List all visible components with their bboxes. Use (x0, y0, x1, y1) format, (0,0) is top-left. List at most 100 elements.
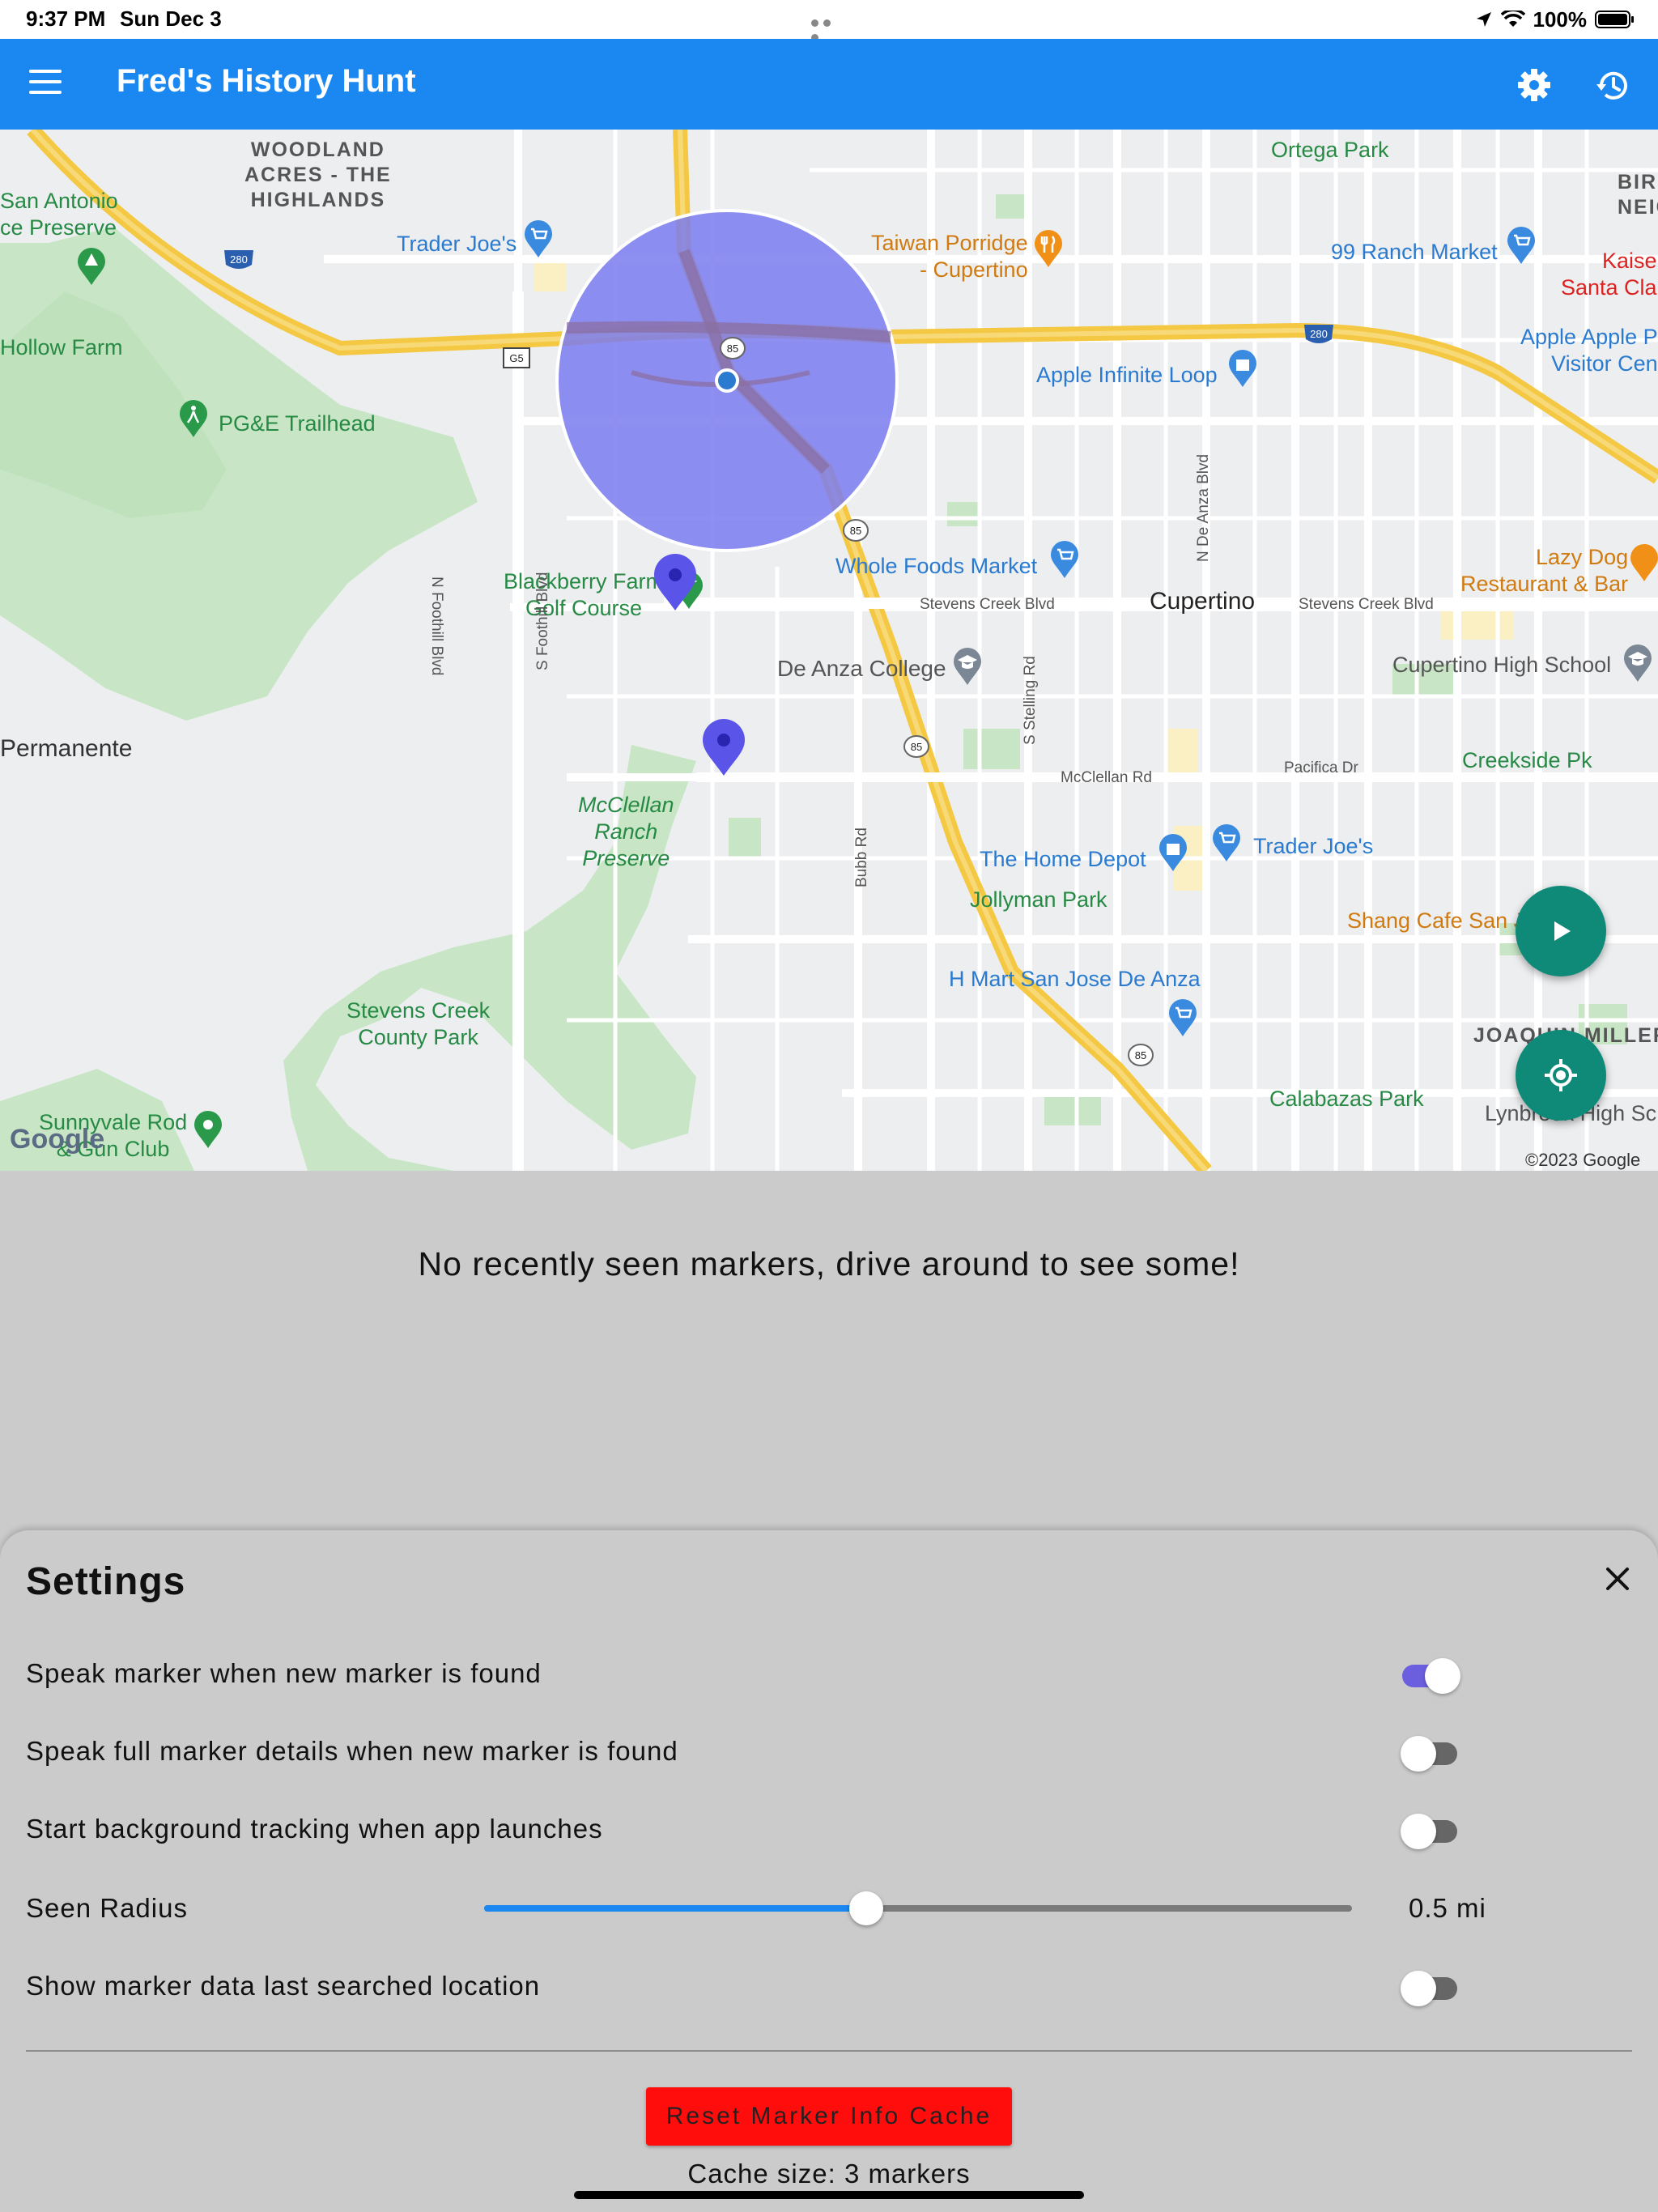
close-icon[interactable] (1601, 1563, 1634, 1595)
commercial-area (534, 259, 567, 291)
wifi-icon (1500, 11, 1525, 27)
svg-text:280: 280 (230, 253, 248, 266)
shopping-cart-icon[interactable] (1506, 227, 1537, 266)
map-label-mcclellan-ranch[interactable]: McClellan Ranch Preserve (578, 792, 674, 872)
shopping-cart-icon[interactable] (1049, 541, 1080, 580)
empty-recent-message: No recently seen markers, drive around t… (418, 1245, 1240, 1283)
map-label-trader-joes[interactable]: Trader Joe's (397, 232, 517, 257)
map-label-mcclellan-rd: McClellan Rd (1061, 769, 1152, 786)
map-label-cupertino: Cupertino (1150, 588, 1256, 615)
school-icon[interactable] (1622, 644, 1653, 683)
map-label-lazy-dog[interactable]: Lazy Dog Restaurant & Bar (1460, 544, 1628, 598)
map-label-trader-joes-2[interactable]: Trader Joe's (1253, 834, 1373, 859)
shopping-bag-icon[interactable] (1227, 350, 1258, 389)
shopping-bag-icon[interactable] (1158, 834, 1188, 873)
status-time: 9:37 PM (26, 6, 106, 31)
map-label-stevens-creek-park[interactable]: Stevens Creek County Park (346, 998, 490, 1051)
setting-label-speak-full: Speak full marker details when new marke… (26, 1736, 678, 1766)
toggle-knob (1401, 1736, 1436, 1772)
gear-icon[interactable] (1517, 68, 1551, 102)
map-label-blackberry-farm[interactable]: Blackberry Farm Golf Course (504, 568, 664, 622)
map-label-shang-cafe[interactable]: Shang Cafe San J (1347, 908, 1524, 934)
current-location-dot (715, 368, 739, 393)
status-right: 100% (1475, 5, 1636, 34)
map-label-hollow-farm: Hollow Farm (0, 335, 123, 359)
multitasking-dots-icon[interactable] (811, 16, 847, 41)
seen-radius-value: 0.5 mi (1409, 1893, 1486, 1923)
map-label-cupertino-hs[interactable]: Cupertino High School (1392, 653, 1611, 678)
map-label-pge-trailhead[interactable]: PG&E Trailhead (219, 411, 376, 436)
seen-radius-slider-thumb[interactable] (848, 1891, 883, 1925)
setting-label-background-tracking: Start background tracking when app launc… (26, 1814, 603, 1844)
cache-size-text: Cache size: 3 markers (687, 2159, 971, 2189)
map-label-n-de-anza: N De Anza Blvd (1195, 453, 1212, 562)
hiking-icon[interactable] (178, 400, 209, 439)
history-icon[interactable] (1595, 68, 1630, 104)
map-label-kaiser[interactable]: Kaise Santa Cla (1561, 248, 1657, 301)
seen-radius-slider-fill (484, 1905, 866, 1912)
map-label-home-depot[interactable]: The Home Depot (980, 847, 1146, 872)
commercial-area (1441, 607, 1514, 640)
shopping-cart-icon[interactable] (1167, 999, 1198, 1038)
restaurant-icon[interactable] (1629, 544, 1658, 583)
map-label-calabazas-park[interactable]: Calabazas Park (1269, 1087, 1424, 1112)
map-label-whole-foods[interactable]: Whole Foods Market (835, 554, 1037, 579)
shopping-cart-icon[interactable] (523, 220, 554, 259)
toggle-knob (1401, 1971, 1436, 2006)
map-view[interactable]: 280 280 85 85 85 85 G5 WOODLAND ACRES - … (0, 130, 1658, 1171)
map-label-h-mart[interactable]: H Mart San Jose De Anza (949, 967, 1201, 992)
location-arrow-icon (1476, 12, 1491, 27)
map-label-taiwan-porridge[interactable]: Taiwan Porridge - Cupertino (871, 230, 1028, 283)
map-copyright: ©2023 Google (1525, 1150, 1641, 1170)
seen-radius-slider[interactable] (484, 1891, 1352, 1925)
school-icon[interactable] (952, 648, 983, 687)
map-label-s-foothill: S Foothill Blvd (534, 572, 551, 670)
recenter-location-button[interactable] (1516, 1030, 1606, 1121)
map-label-99-ranch[interactable]: 99 Ranch Market (1331, 240, 1498, 265)
map-label-pacifica-dr: Pacifica Dr (1284, 759, 1358, 776)
svg-text:85: 85 (850, 525, 861, 537)
map-label-creekside-pk[interactable]: Creekside Pk (1462, 748, 1592, 773)
tree-icon[interactable] (76, 248, 107, 287)
map-label-apple-infinite-loop[interactable]: Apple Infinite Loop (1036, 363, 1218, 388)
park-area (996, 194, 1028, 219)
map-label-ortega-park[interactable]: Ortega Park (1271, 138, 1389, 163)
reset-marker-cache-button[interactable]: Reset Marker Info Cache (646, 2087, 1012, 2146)
settings-divider (26, 2050, 1632, 2052)
map-label-de-anza-college[interactable]: De Anza College (777, 656, 946, 682)
map-label-apple-park[interactable]: Apple Apple P Visitor Cen (1520, 324, 1658, 377)
map-label-permanente: Permanente (0, 735, 133, 762)
show-last-searched-toggle[interactable] (1401, 1971, 1457, 2006)
shield-85-icon: 85 (903, 735, 929, 758)
svg-text:G5: G5 (509, 352, 523, 364)
map-label-birn: BIR NEIG (1618, 171, 1658, 219)
history-marker-pin[interactable] (701, 719, 746, 777)
map-label-woodland: WOODLAND ACRES - THE HIGHLANDS (244, 138, 392, 211)
menu-icon[interactable] (29, 70, 62, 99)
shield-85-icon: 85 (720, 337, 746, 359)
setting-label-show-last-searched: Show marker data last searched location (26, 1971, 541, 2001)
map-label-stevens-creek-blvd: Stevens Creek Blvd (920, 596, 1055, 613)
map-label-bubb-rd: Bubb Rd (853, 827, 870, 887)
speak-marker-toggle[interactable] (1402, 1658, 1460, 1694)
map-label-jollyman-park[interactable]: Jollyman Park (970, 887, 1107, 912)
svg-text:85: 85 (727, 342, 738, 355)
start-tracking-button[interactable] (1516, 886, 1606, 976)
history-marker-pin[interactable] (653, 554, 698, 612)
play-icon (1554, 921, 1571, 941)
shield-85-icon: 85 (843, 519, 869, 542)
shield-85-icon: 85 (1128, 1044, 1154, 1066)
background-tracking-toggle[interactable] (1401, 1814, 1457, 1849)
map-base (0, 130, 1658, 1171)
restaurant-icon[interactable] (1033, 230, 1064, 269)
google-logo: Google (10, 1124, 105, 1155)
app-bar: Fred's History Hunt (0, 39, 1658, 130)
settings-sheet: Settings Speak marker when new marker is… (0, 1530, 1658, 2212)
toggle-knob (1401, 1814, 1436, 1849)
svg-text:85: 85 (911, 741, 922, 753)
map-pin-icon[interactable] (193, 1111, 223, 1150)
shopping-cart-icon[interactable] (1211, 824, 1242, 863)
commercial-area (1166, 729, 1198, 777)
battery-icon (1595, 11, 1634, 28)
speak-full-details-toggle[interactable] (1401, 1736, 1457, 1772)
